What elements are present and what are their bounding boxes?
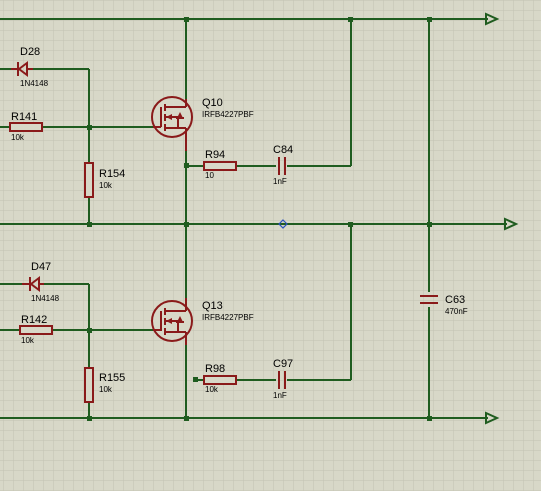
q13-ref: Q13 <box>202 300 223 312</box>
r154-ref: R154 <box>99 168 125 180</box>
q10-value: IRFB4227PBF <box>202 110 254 119</box>
r141-value: 10k <box>11 133 25 142</box>
q10-ref: Q10 <box>202 97 223 109</box>
q13-value: IRFB4227PBF <box>202 313 254 322</box>
d28-ref: D28 <box>20 46 40 58</box>
c84-ref: C84 <box>273 144 293 156</box>
schematic-canvas[interactable]: D28 1N4148 R141 10k R154 10k Q10 IRFB422… <box>0 0 541 491</box>
r94-value: 10 <box>205 171 214 180</box>
r154-value: 10k <box>99 181 113 190</box>
c97-ref: C97 <box>273 358 293 370</box>
r98-value: 10k <box>205 385 219 394</box>
r142-value: 10k <box>21 336 35 345</box>
r141-ref: R141 <box>11 111 37 123</box>
d47-ref: D47 <box>31 261 51 273</box>
r94-ref: R94 <box>205 149 225 161</box>
r142-ref: R142 <box>21 314 47 326</box>
d47-value: 1N4148 <box>31 294 60 303</box>
r155-ref: R155 <box>99 372 125 384</box>
r155-value: 10k <box>99 385 113 394</box>
d28-value: 1N4148 <box>20 79 49 88</box>
c63-value: 470nF <box>445 307 468 316</box>
r98-ref: R98 <box>205 363 225 375</box>
c97-value: 1nF <box>273 391 287 400</box>
c84-value: 1nF <box>273 177 287 186</box>
c63-ref: C63 <box>445 294 465 306</box>
